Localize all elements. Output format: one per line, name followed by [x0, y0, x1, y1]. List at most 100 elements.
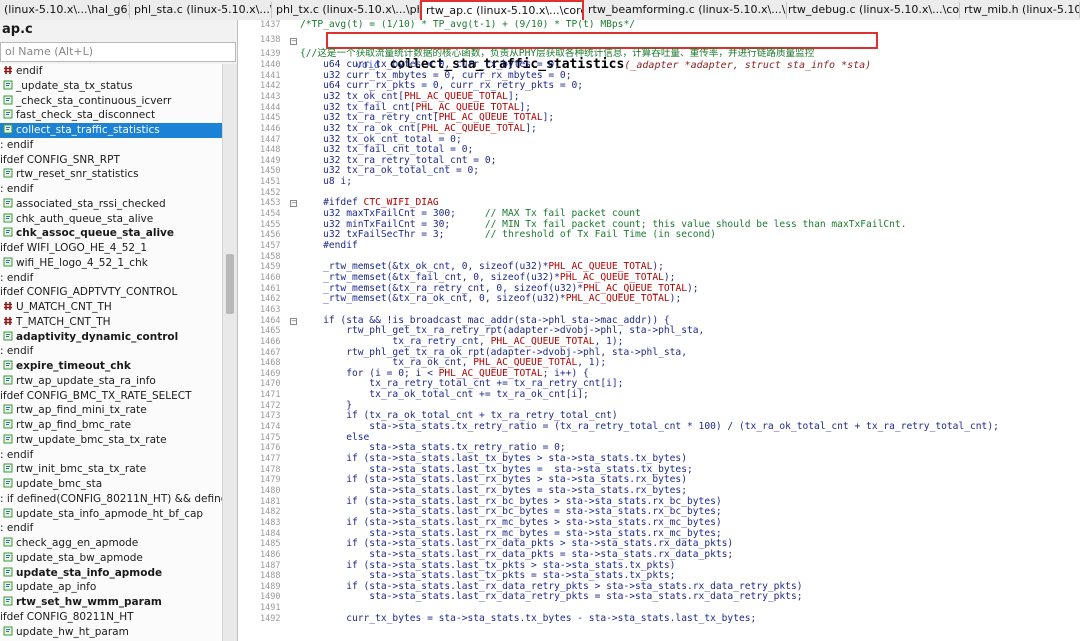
function-icon — [3, 434, 13, 444]
fold-toggle-icon[interactable]: − — [290, 317, 297, 325]
symbol-item[interactable]: ifdef CONFIG_SNR_RPT — [0, 153, 222, 168]
symbol-label: : endif — [0, 522, 34, 535]
symbol-item[interactable]: ifdef CONFIG_80211N_HT — [0, 610, 222, 625]
symbol-item[interactable]: _check_sta_continuous_icverr — [0, 94, 222, 109]
symbol-label: adaptivity_dynamic_control — [16, 330, 179, 343]
code-line[interactable]: curr_tx_bytes = sta->sta_stats.tx_bytes … — [300, 613, 756, 625]
symbol-item[interactable]: : endif — [0, 271, 222, 286]
line-number: 1475 — [260, 432, 281, 443]
line-number: 1470 — [260, 379, 281, 390]
symbol-item[interactable]: : endif — [0, 182, 222, 197]
symbol-item[interactable]: : endif — [0, 521, 222, 536]
symbol-item[interactable]: rtw_update_bmc_sta_tx_rate — [0, 433, 222, 448]
line-number: 1448 — [260, 145, 281, 156]
symbol-item[interactable]: rtw_reset_snr_statistics — [0, 167, 222, 182]
function-icon — [3, 198, 13, 208]
line-number: 1481 — [260, 496, 281, 507]
code-line[interactable]: tx_ra_retry_cnt, PHL_AC_QUEUE_TOTAL, 1); — [300, 336, 623, 348]
symbol-item[interactable]: adaptivity_dynamic_control — [0, 330, 222, 345]
function-icon — [3, 581, 13, 591]
function-params: (_adapter *adapter, struct sta_info *sta… — [624, 60, 872, 71]
code-line[interactable]: #endif — [300, 240, 358, 252]
code-line[interactable]: u32 txFailSecThr = 3; // threshold of Tx… — [300, 230, 716, 241]
symbol-item[interactable]: ifdef CONFIG_BMC_TX_RATE_SELECT — [0, 389, 222, 404]
symbol-item[interactable]: collect_sta_traffic_statistics — [0, 123, 222, 138]
tab-4[interactable]: rtw_beamforming.c (linux-5.10.x\...\core… — [584, 2, 787, 18]
symbol-label: : if defined(CONFIG_80211N_HT) && define… — [0, 492, 222, 505]
function-icon — [3, 80, 13, 90]
tab-3[interactable]: rtw_ap.c (linux-5.10.x\...\core)✕ — [420, 0, 584, 20]
symbol-item[interactable]: : if defined(CONFIG_80211N_HT) && define… — [0, 492, 222, 507]
line-number: 1467 — [260, 347, 281, 358]
scrollbar-thumb[interactable] — [226, 254, 234, 314]
function-icon — [3, 227, 13, 237]
code-editor[interactable]: 1438 1437 1439 1440 1441 1442 1443 1444 1445 1446… — [238, 20, 1080, 641]
line-number: 1454 — [260, 209, 281, 220]
symbol-list-scrollbar[interactable] — [222, 64, 237, 641]
symbol-item[interactable]: : endif — [0, 138, 222, 153]
code-line[interactable]: sta->sta_stats.last_rx_bytes = sta->sta_… — [300, 485, 687, 497]
symbol-item[interactable]: : endif — [0, 448, 222, 463]
symbol-item[interactable]: T_MATCH_CNT_TH — [0, 315, 222, 330]
symbol-item[interactable]: rtw_init_bmc_sta_tx_rate — [0, 462, 222, 477]
code-line[interactable]: u8 i; — [300, 176, 352, 188]
symbol-item[interactable]: update_sta_info_apmode — [0, 566, 222, 581]
symbol-label: wifi_HE_logo_4_52_1_chk — [16, 256, 148, 269]
code-line[interactable]: sta->sta_stats.tx_retry_ratio = (tx_ra_r… — [300, 421, 999, 433]
symbol-item[interactable]: expire_timeout_chk — [0, 359, 222, 374]
symbol-item[interactable]: check_agg_en_apmode — [0, 536, 222, 551]
code-line[interactable]: u64 curr_tx_bytes = 0, curr_rx_bytes = 0… — [300, 59, 560, 71]
code-line[interactable]: sta->sta_stats.last_rx_data_pkts = sta->… — [300, 549, 733, 561]
code-line[interactable]: /*TP_avg(t) = (1/10) * TP_avg(t-1) + (9/… — [300, 20, 635, 31]
line-number: 1463 — [260, 304, 281, 315]
function-icon — [3, 596, 13, 606]
symbol-item[interactable]: update_bmc_sta — [0, 477, 222, 492]
symbol-label: chk_assoc_queue_sta_alive — [16, 227, 175, 240]
symbol-item[interactable]: update_sta_info_apmode_ht_bf_cap — [0, 507, 222, 522]
symbol-item[interactable]: U_MATCH_CNT_TH — [0, 300, 222, 315]
function-icon — [3, 375, 13, 385]
line-number: 1465 — [260, 326, 281, 337]
symbol-item[interactable]: associated_sta_rssi_checked — [0, 197, 222, 212]
symbol-item[interactable]: ifdef CONFIG_ADPTVTY_CONTROL — [0, 285, 222, 300]
function-icon — [3, 508, 13, 518]
symbol-item[interactable]: rtw_ap_find_mini_tx_rate — [0, 403, 222, 418]
tab-5[interactable]: rtw_debug.c (linux-5.10.x\...\core) — [784, 2, 960, 18]
line-number: 1472 — [260, 400, 281, 411]
code-line[interactable]: sta->sta_stats.last_rx_data_retry_pkts =… — [300, 592, 802, 603]
line-number: 1479 — [260, 475, 281, 486]
symbol-item[interactable]: _update_sta_tx_status — [0, 79, 222, 94]
tab-1[interactable]: phl_sta.c (linux-5.10.x\...\phl) — [130, 2, 272, 18]
symbol-item[interactable]: ifdef WIFI_LOGO_HE_4_52_1 — [0, 241, 222, 256]
line-number: 1462 — [260, 294, 281, 305]
symbol-item[interactable]: chk_assoc_queue_sta_alive — [0, 226, 222, 241]
tab-2[interactable]: phl_tx.c (linux-5.10.x\...\phl) — [272, 2, 420, 18]
symbol-item[interactable]: update_hw_ht_param — [0, 625, 222, 640]
tab-0[interactable]: (linux-5.10.x\...\hal_g6) — [0, 2, 130, 18]
symbol-item[interactable]: rtw_ap_find_bmc_rate — [0, 418, 222, 433]
tab-6[interactable]: rtw_mib.h (linux-5.10.x\... — [960, 2, 1080, 18]
code-line[interactable]: if (sta->sta_stats.last_rx_mc_bytes > st… — [300, 517, 721, 529]
tab-label: phl_tx.c (linux-5.10.x\...\phl) — [276, 3, 420, 16]
symbol-label: update_sta_info_apmode — [16, 566, 163, 579]
macro-icon — [3, 316, 13, 326]
fold-toggle-icon[interactable]: − — [290, 37, 297, 45]
function-icon — [3, 567, 13, 577]
code-area[interactable]: void collect_sta_traffic_statistics(_ada… — [298, 20, 1080, 641]
symbol-item[interactable]: rtw_set_hw_wmm_param — [0, 595, 222, 610]
symbol-search-input[interactable]: ol Name (Alt+L) — [0, 42, 236, 62]
symbol-item[interactable]: rtw_ap_update_sta_ra_info — [0, 374, 222, 389]
symbol-item[interactable]: wifi_HE_logo_4_52_1_chk — [0, 256, 222, 271]
fold-toggle-icon[interactable]: − — [290, 200, 297, 208]
symbol-item[interactable]: : endif — [0, 344, 222, 359]
line-number: 1459 — [260, 262, 281, 273]
symbol-item[interactable]: update_sta_bw_apmode — [0, 551, 222, 566]
symbol-item[interactable]: chk_auth_queue_sta_alive — [0, 212, 222, 227]
code-line[interactable]: u32 tx_ra_ok_cnt[PHL_AC_QUEUE_TOTAL]; — [300, 123, 537, 135]
symbol-item[interactable]: fast_check_sta_disconnect — [0, 108, 222, 123]
line-number: 1492 — [260, 613, 281, 624]
code-line[interactable]: _rtw_memset(&tx_ra_ok_cnt, 0, sizeof(u32… — [300, 293, 681, 305]
symbol-label: collect_sta_traffic_statistics — [16, 124, 160, 136]
symbol-item[interactable]: endif — [0, 64, 222, 79]
symbol-item[interactable]: update_ap_info — [0, 580, 222, 595]
